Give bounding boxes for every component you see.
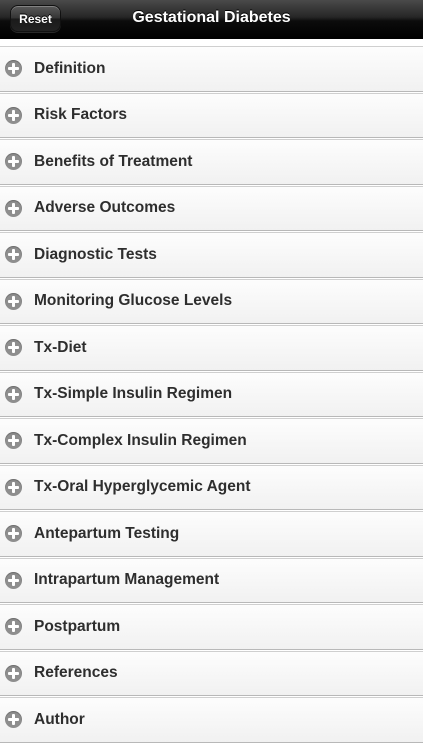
section-label: Definition (34, 59, 106, 77)
section-item-definition[interactable]: Definition (0, 46, 423, 92)
plus-circle-icon (5, 199, 22, 217)
section-label: Intrapartum Management (34, 571, 220, 589)
page-title: Gestational Diabetes (132, 9, 291, 26)
section-item-risk-factors[interactable]: Risk Factors (0, 92, 423, 138)
section-label: Antepartum Testing (34, 524, 180, 542)
section-item-tx-oral-hyperglycemic-agent[interactable]: Tx-Oral Hyperglycemic Agent (0, 464, 423, 510)
section-label: Diagnostic Tests (34, 245, 157, 263)
section-label: Tx-Oral Hyperglycemic Agent (34, 478, 251, 496)
section-list: Definition Risk Factors Benefits of Trea… (0, 39, 423, 744)
plus-circle-icon (5, 106, 22, 124)
plus-circle-icon (5, 432, 22, 450)
plus-circle-icon (5, 571, 22, 589)
plus-circle-icon (5, 664, 22, 682)
reset-button[interactable]: Reset (10, 5, 61, 32)
section-label: Postpartum (34, 617, 121, 635)
section-label: Tx-Complex Insulin Regimen (34, 431, 247, 449)
section-label: Author (34, 710, 85, 728)
plus-circle-icon (5, 385, 22, 403)
section-item-tx-simple-insulin-regimen[interactable]: Tx-Simple Insulin Regimen (0, 371, 423, 417)
plus-circle-icon (5, 339, 22, 357)
section-label: Benefits of Treatment (34, 152, 193, 170)
section-item-adverse-outcomes[interactable]: Adverse Outcomes (0, 185, 423, 231)
section-item-antepartum-testing[interactable]: Antepartum Testing (0, 511, 423, 557)
section-item-monitoring-glucose-levels[interactable]: Monitoring Glucose Levels (0, 278, 423, 324)
plus-circle-icon (5, 711, 22, 729)
section-item-benefits-of-treatment[interactable]: Benefits of Treatment (0, 139, 423, 185)
section-label: Tx-Diet (34, 338, 87, 356)
plus-circle-icon (5, 618, 22, 636)
section-item-author[interactable]: Author (0, 697, 423, 743)
section-label: Tx-Simple Insulin Regimen (34, 385, 233, 403)
section-item-tx-complex-insulin-regimen[interactable]: Tx-Complex Insulin Regimen (0, 418, 423, 464)
plus-circle-icon (5, 478, 22, 496)
section-label: Risk Factors (34, 106, 128, 124)
plus-circle-icon (5, 292, 22, 310)
plus-circle-icon (5, 153, 22, 171)
section-item-diagnostic-tests[interactable]: Diagnostic Tests (0, 232, 423, 278)
plus-circle-icon (5, 525, 22, 543)
section-label: Adverse Outcomes (34, 199, 176, 217)
section-item-intrapartum-management[interactable]: Intrapartum Management (0, 557, 423, 603)
section-item-tx-diet[interactable]: Tx-Diet (0, 325, 423, 371)
plus-circle-icon (5, 60, 22, 78)
section-item-references[interactable]: References (0, 650, 423, 696)
section-label: Monitoring Glucose Levels (34, 292, 233, 310)
plus-circle-icon (5, 246, 22, 264)
navigation-bar: Reset Gestational Diabetes (0, 0, 423, 39)
section-label: References (34, 664, 118, 682)
section-item-postpartum[interactable]: Postpartum (0, 604, 423, 650)
